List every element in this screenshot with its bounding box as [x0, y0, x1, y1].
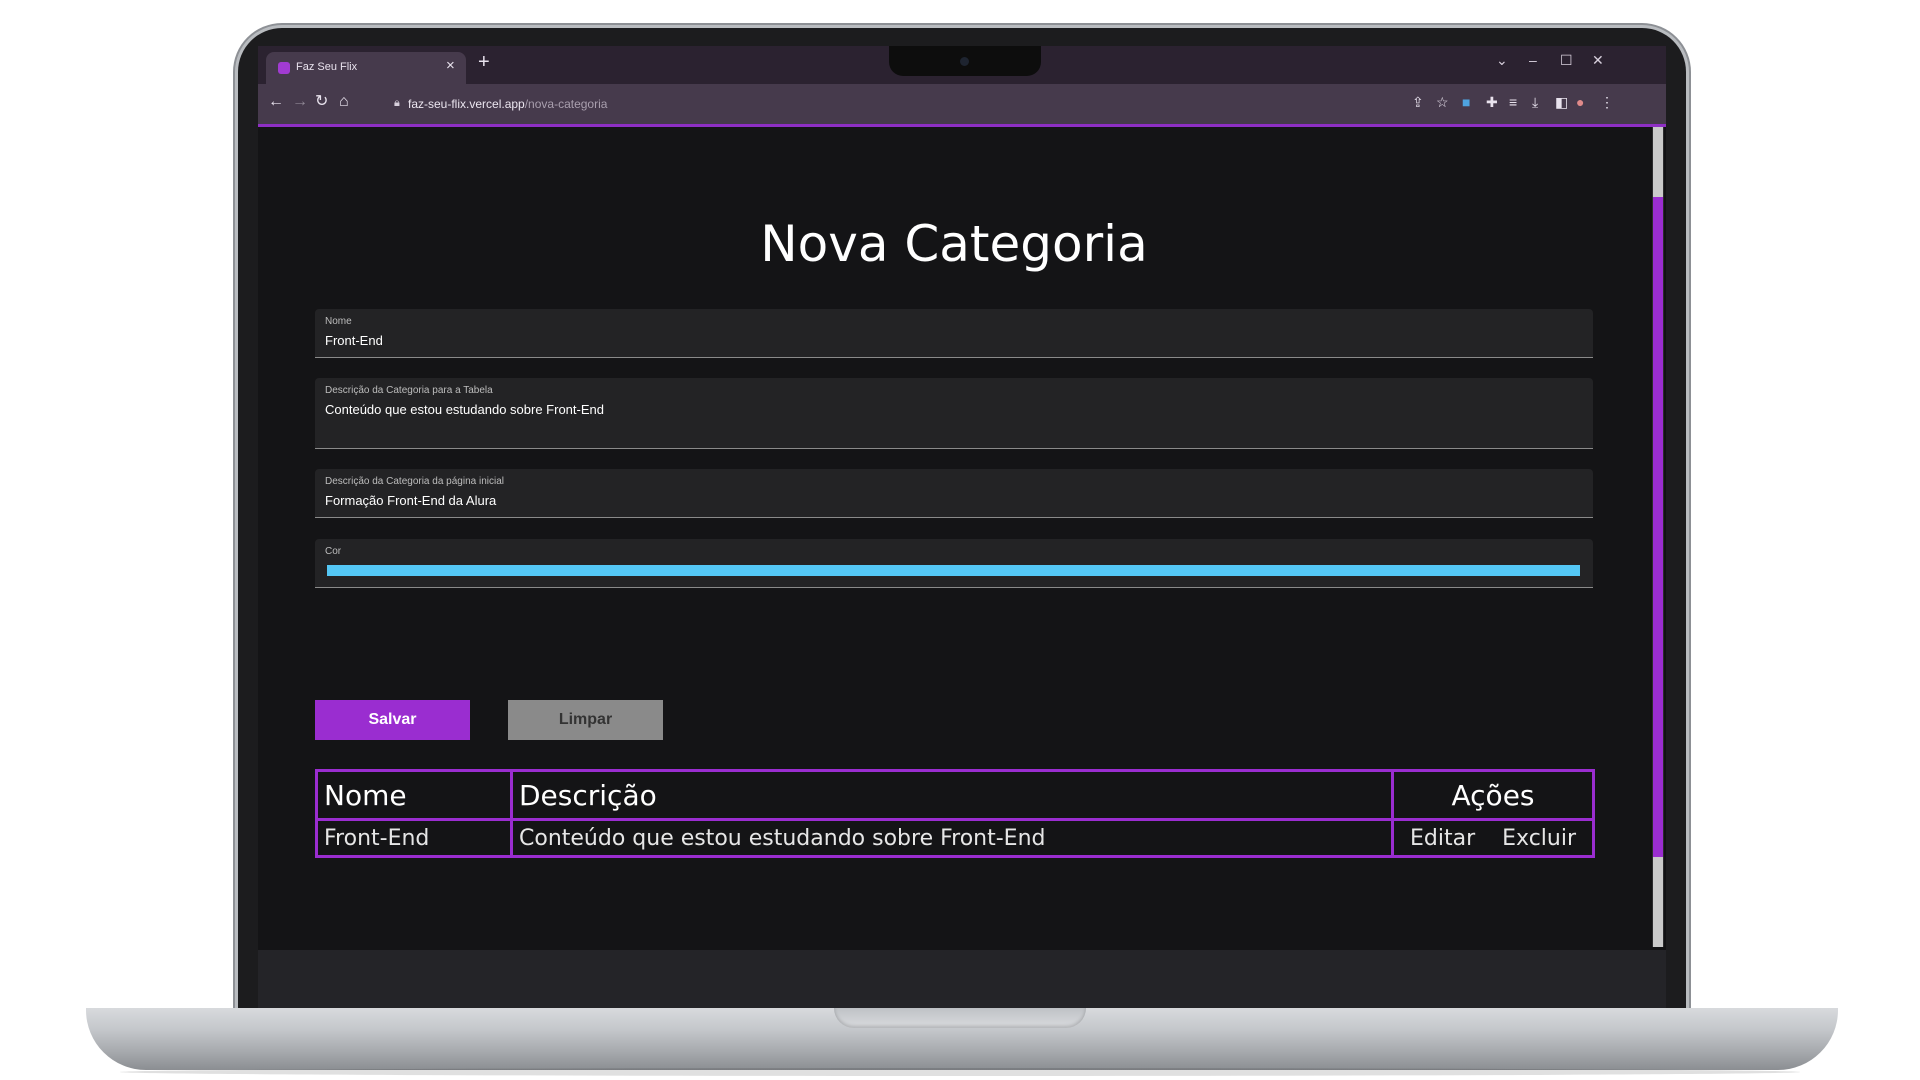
categories-table: Nome Descrição Ações Front-End Conteúdo … — [315, 769, 1595, 858]
back-arrow-icon[interactable]: ← — [268, 93, 284, 111]
page-title: Nova Categoria — [760, 215, 1148, 273]
new-tab-button[interactable]: + — [478, 51, 490, 74]
reload-icon[interactable]: ↻ — [315, 93, 328, 111]
descricao-tabela-label: Descrição da Categoria para a Tabela — [325, 385, 493, 396]
cell-nome: Front-End — [315, 818, 513, 858]
laptop-opening-notch — [834, 1008, 1086, 1028]
address-bar[interactable]: 🔒︎ faz-seu-flix.vercel.app/nova-categori… — [386, 89, 1386, 119]
cor-field[interactable]: Cor — [315, 539, 1593, 588]
minimize-icon[interactable]: – — [1529, 52, 1537, 68]
color-picker[interactable] — [327, 565, 1580, 576]
profile-avatar-icon[interactable]: ● — [1576, 94, 1584, 110]
edit-button[interactable]: Editar — [1410, 826, 1475, 851]
table-header-row: Nome Descrição Ações — [315, 769, 1595, 821]
table-row: Front-End Conteúdo que estou estudando s… — [315, 818, 1595, 858]
laptop-screen: Faz Seu Flix × + ⌄ – ☐ ✕ ← → ↻ ⌂ 🔒︎ faz-… — [258, 46, 1666, 950]
home-icon[interactable]: ⌂ — [339, 93, 349, 111]
page-scrollbar[interactable] — [1652, 127, 1664, 947]
laptop-shadow — [120, 1068, 1800, 1076]
sidepanel-icon[interactable]: ◧ — [1555, 94, 1568, 110]
scrollbar-thumb[interactable] — [1653, 197, 1663, 857]
descricao-tabela-input[interactable] — [325, 402, 1575, 417]
column-header-descricao: Descrição — [509, 769, 1395, 821]
favicon-icon — [278, 62, 290, 74]
star-icon[interactable]: ☆ — [1436, 94, 1449, 110]
tab-title: Faz Seu Flix — [296, 61, 358, 73]
column-header-acoes: Ações — [1391, 769, 1595, 821]
camera-notch — [889, 46, 1041, 76]
descricao-inicial-input[interactable] — [325, 493, 1575, 508]
download-icon[interactable]: ⤓ — [1532, 94, 1538, 110]
tab-search-icon[interactable]: ⌄ — [1496, 52, 1508, 69]
column-header-nome: Nome — [315, 769, 513, 821]
share-icon[interactable]: ⇪ — [1412, 94, 1424, 110]
maximize-icon[interactable]: ☐ — [1560, 52, 1573, 69]
descricao-tabela-field[interactable]: Descrição da Categoria para a Tabela — [315, 378, 1593, 449]
lock-icon: 🔒︎ — [394, 97, 400, 109]
extension-app-icon[interactable]: ■ — [1462, 94, 1470, 110]
media-queue-icon[interactable]: ≡ — [1509, 94, 1517, 110]
nome-input[interactable] — [325, 333, 1575, 348]
nome-field[interactable]: Nome — [315, 309, 1593, 358]
clear-button[interactable]: Limpar — [508, 700, 663, 740]
laptop-bezel — [258, 950, 1666, 1008]
delete-button[interactable]: Excluir — [1502, 826, 1576, 851]
browser-toolbar: ← → ↻ ⌂ 🔒︎ faz-seu-flix.vercel.app/nova-… — [258, 84, 1666, 127]
scrollbar-track-top — [1653, 127, 1663, 197]
kebab-menu-icon[interactable]: ⋮ — [1600, 94, 1614, 110]
close-tab-icon[interactable]: × — [446, 57, 455, 74]
page-content: Nova Categoria Nome Descrição da Categor… — [258, 127, 1650, 950]
cell-descricao: Conteúdo que estou estudando sobre Front… — [509, 818, 1395, 858]
cell-acoes: Editar Excluir — [1391, 818, 1595, 858]
forward-arrow-icon[interactable]: → — [292, 93, 308, 111]
url-text: faz-seu-flix.vercel.app/nova-categoria — [408, 97, 608, 111]
save-button[interactable]: Salvar — [315, 700, 470, 740]
close-window-icon[interactable]: ✕ — [1592, 52, 1604, 69]
nome-label: Nome — [325, 316, 352, 327]
browser-tab[interactable]: Faz Seu Flix × — [266, 52, 466, 84]
scrollbar-track-bottom — [1653, 857, 1663, 947]
descricao-inicial-label: Descrição da Categoria da página inicial — [325, 476, 504, 487]
puzzle-icon[interactable]: ✚ — [1486, 94, 1498, 110]
camera-icon — [960, 57, 969, 66]
descricao-inicial-field[interactable]: Descrição da Categoria da página inicial — [315, 469, 1593, 518]
cor-label: Cor — [325, 546, 342, 557]
